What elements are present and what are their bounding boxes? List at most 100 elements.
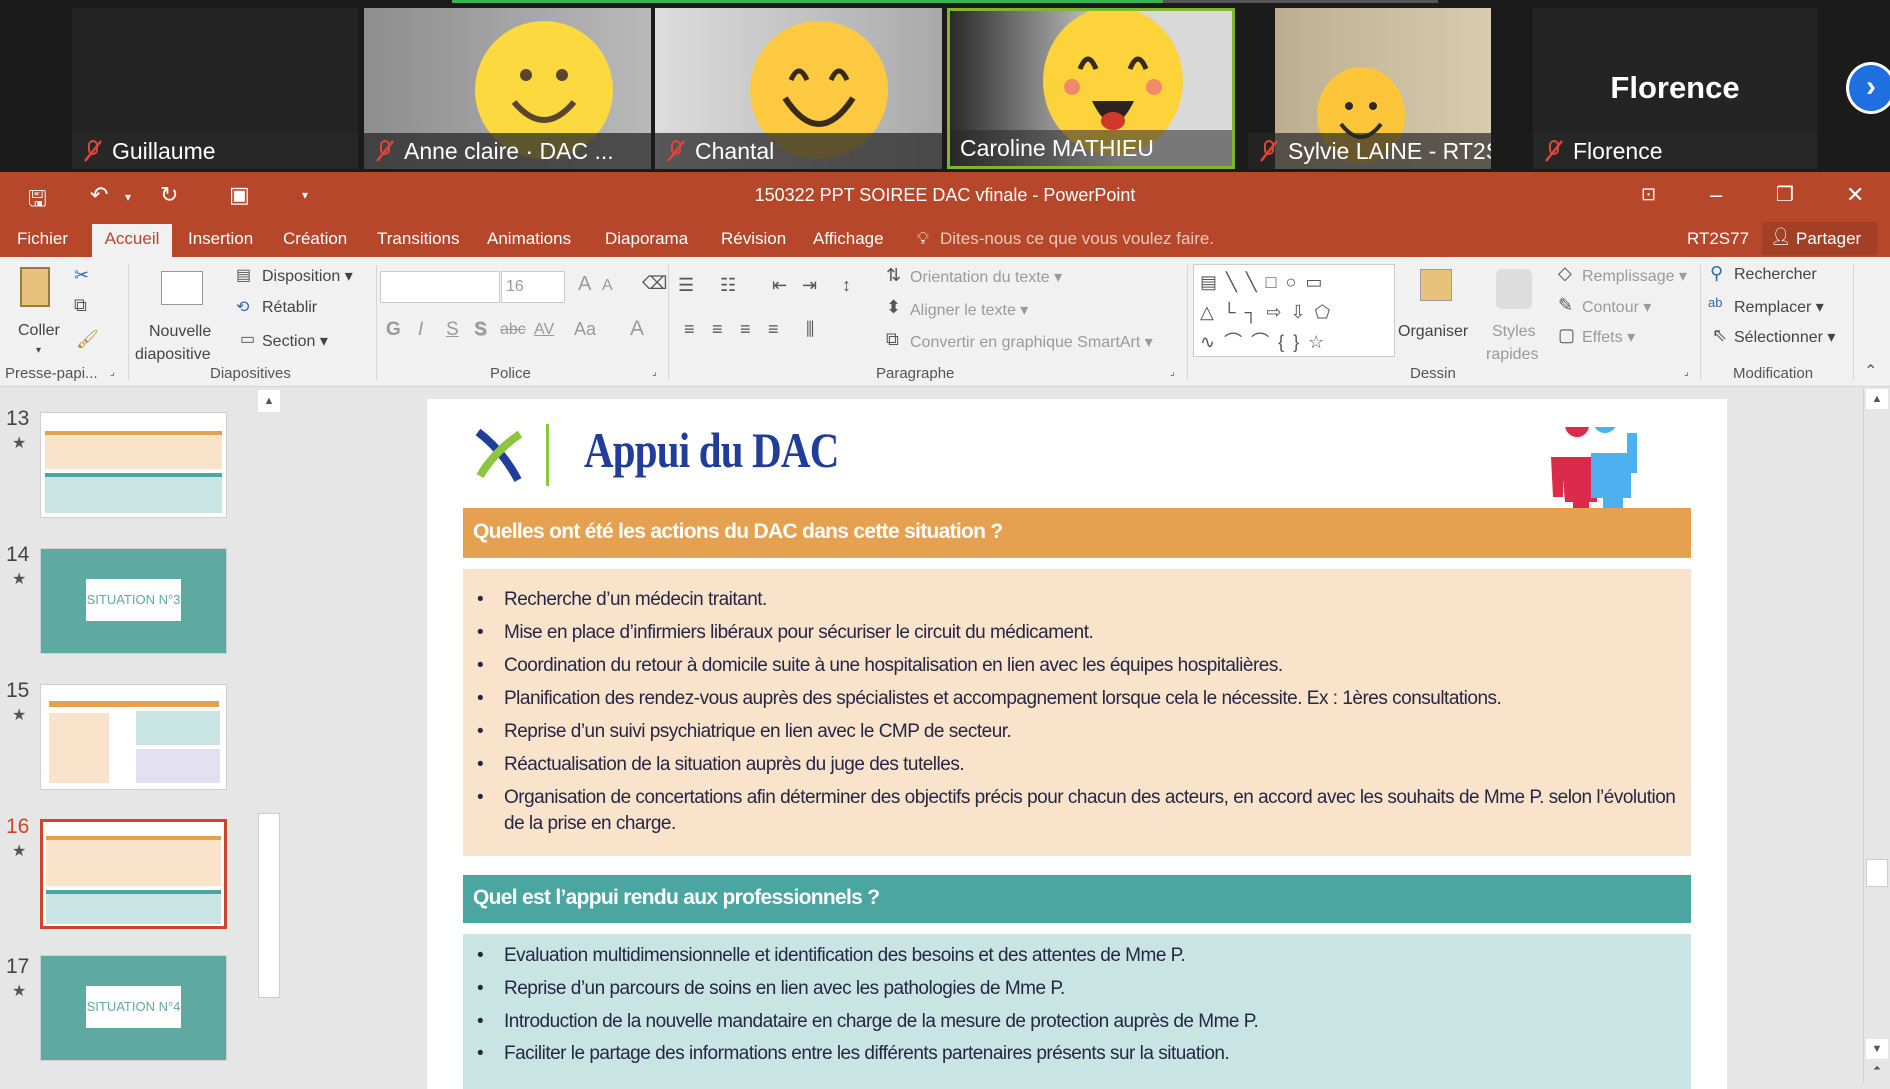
replace-icon: ab: [1708, 295, 1723, 310]
section-heading-text: Quel est l’appui rendu aux professionnel…: [473, 886, 880, 909]
layout-label: Disposition: [262, 268, 341, 285]
participant-tile-anne-claire[interactable]: Anne claire · DAC ...: [364, 8, 651, 169]
find-button[interactable]: Rechercher: [1734, 266, 1817, 284]
decrease-indent-icon[interactable]: ⇤: [772, 275, 787, 296]
slide-thumbnail-14[interactable]: SITUATION N°3: [40, 548, 227, 654]
align-center-icon[interactable]: ≡: [712, 319, 723, 340]
dialog-launcher-icon[interactable]: ⌟: [110, 367, 115, 378]
dialog-launcher-icon[interactable]: ⌟: [1684, 367, 1689, 378]
shape-fill-button[interactable]: Remplissage ▾: [1582, 266, 1687, 286]
underline-button[interactable]: S: [446, 319, 459, 341]
slide-vertical-scrollbar[interactable]: ▲ ▼ ⏶: [1863, 387, 1890, 1083]
tab-fichier[interactable]: Fichier: [17, 229, 68, 249]
tab-revision[interactable]: Révision: [721, 229, 786, 249]
layout-button[interactable]: Disposition ▾: [262, 266, 353, 286]
select-label: Sélectionner: [1734, 329, 1823, 346]
cursor-icon: ⇖: [1712, 325, 1728, 345]
format-painter-icon[interactable]: 🖌︎: [76, 329, 99, 350]
replace-button[interactable]: Remplacer ▾: [1734, 297, 1824, 317]
columns-icon[interactable]: ⫼: [806, 319, 814, 340]
reset-button[interactable]: Rétablir: [262, 299, 317, 317]
bullets-icon[interactable]: ☰: [678, 275, 694, 296]
font-size-input[interactable]: 16: [501, 271, 565, 303]
tab-accueil[interactable]: Accueil: [92, 224, 172, 257]
scroll-up-icon[interactable]: ▲: [1866, 389, 1888, 409]
undo-icon[interactable]: ↶: [90, 182, 108, 208]
tab-animations[interactable]: Animations: [487, 229, 571, 249]
participant-tile-guillaume[interactable]: Guillaume: [72, 8, 358, 169]
present-from-start-icon[interactable]: ▣: [229, 182, 250, 208]
strikethrough-button[interactable]: abc: [500, 321, 526, 339]
redo-icon[interactable]: ↻: [160, 182, 178, 208]
arrange-button[interactable]: Organiser: [1398, 263, 1476, 363]
change-case-button[interactable]: Aa: [574, 319, 596, 340]
undo-dropdown-icon[interactable]: ▾: [125, 190, 131, 204]
font-name-input[interactable]: [380, 271, 500, 303]
align-left-icon[interactable]: ≡: [684, 319, 695, 340]
collapse-ribbon-icon[interactable]: ⌃: [1864, 361, 1877, 381]
character-spacing-button[interactable]: AV: [534, 321, 554, 339]
tab-creation[interactable]: Création: [283, 229, 347, 249]
shrink-font-button[interactable]: A: [602, 277, 613, 295]
scroll-up-icon[interactable]: ▲: [258, 390, 280, 412]
slide-thumbnail-16-selected[interactable]: [40, 819, 227, 929]
tell-me-input[interactable]: Dites-nous ce que vous voulez faire.: [940, 229, 1214, 249]
text-direction-button[interactable]: Orientation du texte ▾: [910, 267, 1062, 287]
line-spacing-icon[interactable]: ↕: [842, 275, 851, 296]
shape-outline-button[interactable]: Contour ▾: [1582, 297, 1651, 317]
copy-icon[interactable]: ⧉: [74, 295, 87, 316]
restore-icon[interactable]: ❐: [1776, 182, 1794, 207]
dialog-launcher-icon[interactable]: ⌟: [652, 367, 657, 378]
slide-number: 13: [6, 407, 30, 430]
scrollbar-thumb[interactable]: [1866, 859, 1888, 887]
ribbon-display-options-icon[interactable]: ⊡: [1641, 184, 1656, 205]
grow-font-button[interactable]: A: [578, 273, 591, 296]
tab-transitions[interactable]: Transitions: [377, 229, 460, 249]
quick-styles-button[interactable]: Styles rapides: [1482, 263, 1548, 363]
slide-thumbnail-13[interactable]: [40, 412, 227, 518]
reset-icon: ⟲: [236, 299, 250, 316]
dialog-launcher-icon[interactable]: ⌟: [1170, 367, 1175, 378]
minimize-icon[interactable]: –: [1710, 182, 1722, 208]
italic-button[interactable]: I: [418, 319, 423, 341]
align-right-icon[interactable]: ≡: [740, 319, 751, 340]
participant-tile-chantal[interactable]: Chantal: [655, 8, 942, 169]
tab-affichage[interactable]: Affichage: [813, 229, 884, 249]
tab-diaporama[interactable]: Diaporama: [605, 229, 688, 249]
shape-effects-button[interactable]: Effets ▾: [1582, 327, 1635, 347]
section-button[interactable]: Section ▾: [262, 331, 328, 351]
increase-indent-icon[interactable]: ⇥: [802, 275, 817, 296]
customize-toolbar-icon[interactable]: ▾: [302, 188, 308, 202]
align-text-button[interactable]: Aligner le texte ▾: [910, 300, 1028, 320]
share-button[interactable]: 👤︎ Partager: [1762, 222, 1877, 255]
select-button[interactable]: Sélectionner ▾: [1734, 327, 1835, 347]
save-icon[interactable]: 🖫: [28, 182, 47, 220]
thumbnails-scrollbar[interactable]: ▲: [257, 390, 282, 1083]
justify-icon[interactable]: ≡: [768, 319, 779, 340]
slide-thumbnail-17[interactable]: SITUATION N°4: [40, 955, 227, 1061]
muted-mic-icon: [667, 140, 685, 162]
cut-icon[interactable]: ✂: [74, 265, 89, 286]
new-slide-button[interactable]: Nouvelle diapositive: [135, 263, 231, 363]
shadow-button[interactable]: S: [474, 319, 487, 341]
close-icon[interactable]: ✕: [1846, 182, 1864, 208]
bold-button[interactable]: G: [386, 319, 401, 341]
user-account[interactable]: RT2S77: [1687, 229, 1749, 249]
paste-button[interactable]: Coller ▾: [12, 263, 68, 363]
participant-tile-florence[interactable]: Florence Florence: [1533, 8, 1817, 169]
slide-thumbnail-15[interactable]: [40, 684, 227, 790]
next-participants-button[interactable]: ›: [1846, 62, 1890, 114]
quick-styles-label-2: rapides: [1486, 346, 1539, 363]
previous-slide-icon[interactable]: ⏶: [1866, 1063, 1888, 1081]
shapes-gallery[interactable]: ▤╲╲□○▭ △└┐⇨⇩⬠ ∿⌒⌒{}☆: [1193, 264, 1395, 357]
clear-formatting-icon[interactable]: ⌫: [642, 273, 667, 294]
scrollbar-thumb[interactable]: [258, 813, 280, 998]
font-color-button[interactable]: A: [630, 317, 644, 341]
current-slide[interactable]: Appui du DAC Quelles ont été les actions…: [427, 399, 1727, 1089]
convert-smartart-button[interactable]: Convertir en graphique SmartArt ▾: [910, 332, 1153, 352]
participant-tile-caroline-active[interactable]: Caroline MATHIEU: [947, 8, 1235, 169]
numbering-icon[interactable]: ☷: [720, 275, 736, 296]
participant-name-bar: Chantal: [655, 133, 942, 169]
scroll-down-icon[interactable]: ▼: [1866, 1039, 1888, 1059]
tab-insertion[interactable]: Insertion: [188, 229, 253, 249]
